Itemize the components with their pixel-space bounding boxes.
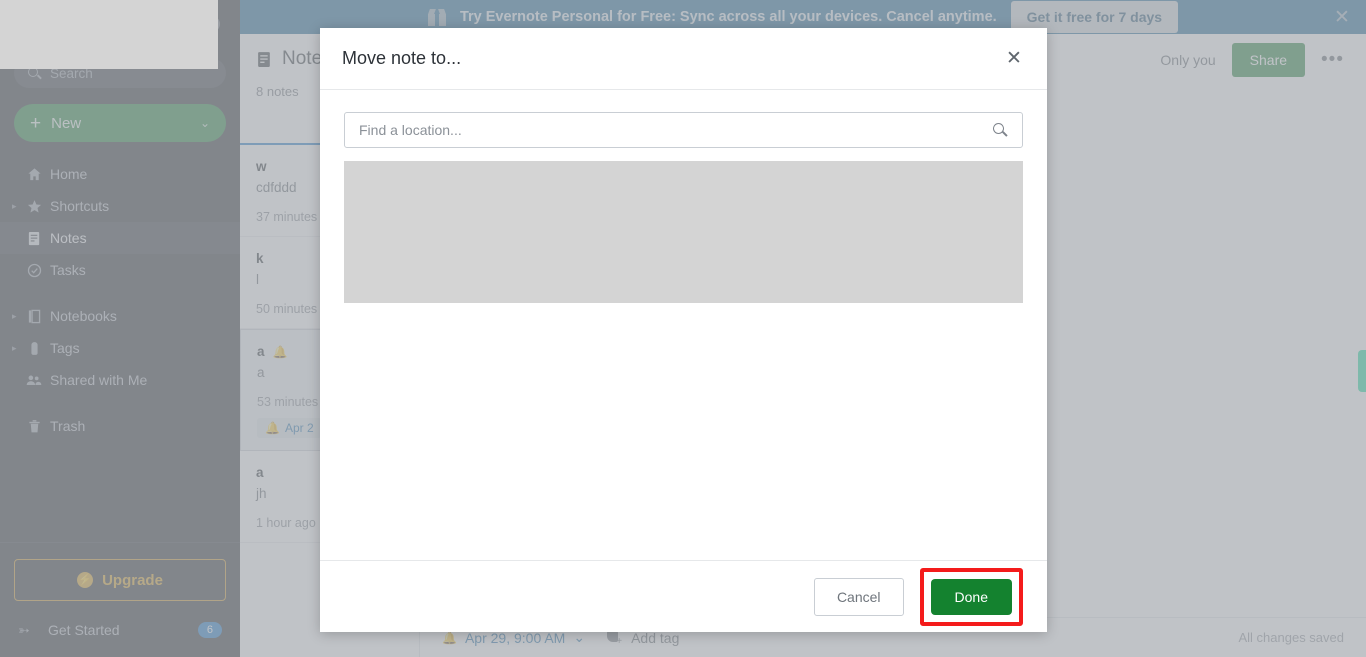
- cancel-button[interactable]: Cancel: [813, 577, 904, 616]
- app-root: Notes 8 notes w cdfddd 37 minutes k l 50…: [0, 0, 1366, 657]
- move-note-dialog: Move note to... ✕ Find a location... Can…: [320, 28, 1047, 632]
- search-icon: [993, 122, 1008, 138]
- done-button[interactable]: Done: [930, 578, 1012, 615]
- sidebar-top-placeholder: [0, 0, 218, 69]
- location-search-placeholder: Find a location...: [359, 122, 462, 138]
- dialog-footer: Cancel Done: [320, 560, 1047, 632]
- location-results-list[interactable]: [344, 161, 1023, 303]
- dialog-header: Move note to... ✕: [320, 28, 1047, 90]
- close-icon[interactable]: ✕: [1003, 47, 1025, 70]
- location-search-input[interactable]: Find a location...: [344, 112, 1023, 148]
- done-button-highlight: Done: [919, 567, 1023, 626]
- dialog-body: Find a location...: [320, 90, 1047, 560]
- dialog-title: Move note to...: [342, 48, 462, 68]
